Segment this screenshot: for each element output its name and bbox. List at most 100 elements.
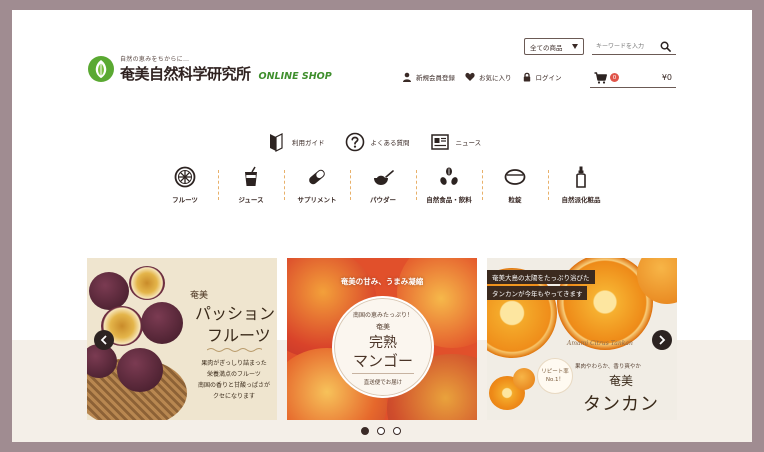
cart-total: ¥0: [661, 73, 672, 82]
passion-fruit-image: [141, 302, 183, 344]
slide-passion-body-line: 栄養満点のフルーツ: [207, 371, 261, 378]
info-nav-news-label: ニュース: [455, 139, 482, 147]
repeat-rate-value: No.1！: [545, 377, 565, 383]
category-powder-label: パウダー: [370, 196, 396, 204]
user-icon: [403, 72, 411, 82]
info-nav: 利用ガイド よくある質問 ニュース: [266, 132, 481, 152]
search-input[interactable]: [592, 42, 658, 50]
slide-passion-fruit[interactable]: 奄美 パッション フルーツ 果肉がぎっしり詰まった 栄養満点のフルーツ 南国の香…: [87, 258, 277, 420]
login-link[interactable]: ログイン: [522, 72, 562, 82]
slide-tankan-title: タンカン: [583, 394, 659, 415]
slide-mango-c2: 奄美: [376, 323, 390, 331]
cart-count-badge: 0: [610, 73, 619, 82]
info-nav-news[interactable]: ニュース: [430, 132, 482, 152]
category-natural-food-label: 自然食品・飲料: [426, 196, 472, 204]
hero-carousel: 奄美 パッション フルーツ 果肉がぎっしり詰まった 栄養満点のフルーツ 南国の香…: [87, 258, 677, 420]
slide-mango-top: 奄美の甘み、うまみ凝縮: [340, 277, 424, 286]
fruit-icon: [174, 166, 196, 188]
info-nav-guide[interactable]: 利用ガイド: [266, 132, 325, 152]
logo-name: 奄美自然科学研究所: [120, 65, 251, 83]
slide-passion-body-line: 南国の香りと甘酸っぱさが: [197, 382, 270, 389]
logo-online-shop: ONLINE SHOP: [258, 71, 332, 82]
tablet-icon: [504, 169, 526, 185]
info-nav-guide-label: 利用ガイド: [292, 139, 325, 147]
carousel-next-button[interactable]: [652, 330, 672, 350]
category-nav: フルーツ ジュース サプリメント パウダー 自然食品・飲料 粒錠 自然派化粧品: [152, 162, 614, 206]
slide-tankan-script: Amami Citrus Tankan: [567, 340, 633, 347]
slide-tankan-banner2: タンカンが今年もやってきます: [487, 286, 588, 300]
guide-icon: [270, 133, 283, 152]
slide-mango-c3: 完熟: [369, 335, 397, 351]
slide-mango-c4: マンゴー: [352, 352, 413, 370]
leaf-logo-icon: [88, 56, 114, 82]
lock-icon: [523, 72, 530, 82]
category-natural-food[interactable]: 自然食品・飲料: [416, 162, 482, 206]
passion-fruit-image: [117, 348, 163, 392]
chevron-down-icon: [572, 44, 578, 49]
news-icon: [430, 134, 449, 150]
question-icon: [345, 132, 364, 152]
cosmetic-bottle-icon: [576, 166, 586, 188]
repeat-rate-label: リピート率: [541, 369, 569, 375]
carousel-dot[interactable]: [377, 427, 385, 435]
category-tablet-label: 粒錠: [508, 196, 522, 204]
passion-fruit-image: [89, 272, 129, 310]
carousel-dot[interactable]: [361, 427, 369, 435]
capsule-icon: [309, 169, 325, 185]
category-fruit-label: フルーツ: [172, 196, 198, 204]
category-fruit[interactable]: フルーツ: [152, 162, 218, 206]
powder-icon: [374, 170, 394, 185]
slide-tankan-amami: 奄美: [609, 374, 634, 388]
passion-fruit-cut-image: [129, 266, 165, 300]
category-juice[interactable]: ジュース: [218, 162, 284, 206]
slide-passion-title2: フルーツ: [207, 326, 271, 345]
carousel-prev-button[interactable]: [94, 330, 114, 350]
category-juice-label: ジュース: [238, 196, 264, 204]
category-tablet[interactable]: 粒錠: [482, 162, 548, 206]
slide-mango-badge: 南国の恵みたっぷり！ 奄美 完熟 マンゴー 直送便でお届け: [332, 296, 434, 398]
repeat-rate-badge: リピート率 No.1！: [537, 358, 573, 394]
slide-passion-body-line: 果肉がぎっしり詰まった: [201, 360, 267, 367]
logo-tagline: 自然の恵みをちからに…: [120, 56, 190, 63]
login-link-label: ログイン: [535, 74, 562, 82]
chevron-right-icon: [659, 335, 666, 345]
site-logo[interactable]: 自然の恵みをちからに… 奄美自然科学研究所 ONLINE SHOP: [87, 54, 332, 84]
cart-button[interactable]: 0 ¥0: [590, 68, 676, 88]
register-link-label: 新規会員登録: [416, 74, 455, 82]
register-link[interactable]: 新規会員登録: [402, 72, 455, 82]
slide-tankan[interactable]: 奄美大島の太陽をたっぷり浴びた タンカンが今年もやってきます Amami Cit…: [487, 258, 677, 420]
slide-passion-body: 果肉がぎっしり詰まった 栄養満点のフルーツ 南国の香りと甘酸っぱさが クセになり…: [193, 358, 275, 402]
category-supplement-label: サプリメント: [297, 196, 337, 204]
squiggle-divider: [207, 348, 262, 352]
favorites-link-label: お気に入り: [479, 74, 512, 82]
slide-mango-c5: 直送便でお届け: [363, 380, 403, 386]
category-supplement[interactable]: サプリメント: [284, 162, 350, 206]
category-cosmetics-label: 自然派化粧品: [561, 196, 601, 204]
slide-tankan-banner1: 奄美大島の太陽をたっぷり浴びた: [487, 270, 595, 284]
badge-divider: [352, 373, 414, 374]
search-icon[interactable]: [660, 41, 671, 52]
slide-passion-title1: パッション: [195, 304, 276, 323]
carousel-dot[interactable]: [393, 427, 401, 435]
user-links: 新規会員登録 お気に入り ログイン: [402, 72, 562, 82]
juice-icon: [245, 166, 257, 186]
slide-tankan-sub: 果肉やわらか、香り爽やか: [575, 364, 641, 370]
tankan-small-image: [513, 368, 535, 390]
category-select[interactable]: 全ての商品: [524, 38, 584, 55]
beans-icon: [440, 167, 458, 185]
favorites-link[interactable]: お気に入り: [465, 72, 512, 82]
category-select-value: 全ての商品: [530, 43, 563, 52]
info-nav-faq[interactable]: よくある質問: [345, 132, 410, 152]
slide-passion-body-line: クセになります: [212, 393, 255, 400]
search-box: [592, 38, 676, 55]
category-powder[interactable]: パウダー: [350, 162, 416, 206]
carousel-dots: [361, 427, 401, 435]
slide-mango-c1: 南国の恵みたっぷり！: [352, 312, 413, 319]
chevron-left-icon: [100, 335, 107, 345]
cart-icon: [594, 71, 607, 84]
category-cosmetics[interactable]: 自然派化粧品: [548, 162, 614, 206]
info-nav-faq-label: よくある質問: [370, 139, 410, 147]
heart-icon: [465, 72, 475, 81]
page-frame: 自然の恵みをちからに… 奄美自然科学研究所 ONLINE SHOP 全ての商品 …: [12, 10, 752, 442]
slide-mango[interactable]: 奄美の甘み、うまみ凝縮 南国の恵みたっぷり！ 奄美 完熟 マンゴー 直送便でお届…: [287, 258, 477, 420]
